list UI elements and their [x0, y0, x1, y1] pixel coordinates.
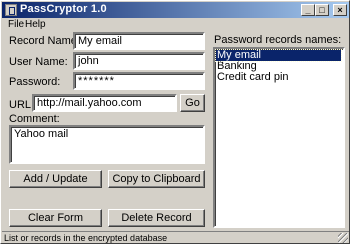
user-name-label: User Name:	[9, 56, 68, 68]
maximize-button[interactable]: □	[315, 4, 329, 16]
title-bar[interactable]: PassCryptor 1.0 _ □ ×	[2, 2, 349, 18]
clear-form-button[interactable]: Clear Form	[9, 209, 102, 227]
menu-bar: File Help	[2, 18, 349, 32]
record-name-label: Record Name:	[9, 35, 80, 47]
minimize-button[interactable]: _	[301, 4, 315, 16]
delete-record-button[interactable]: Delete Record	[108, 209, 205, 227]
menu-file[interactable]: File	[8, 18, 24, 32]
url-input[interactable]: http://mail.yahoo.com	[32, 94, 177, 112]
password-label: Password:	[9, 76, 61, 88]
window-title: PassCryptor 1.0	[20, 3, 107, 15]
records-list-label: Password records names:	[214, 34, 342, 46]
resize-grip-icon[interactable]	[338, 233, 348, 243]
user-name-input[interactable]: john	[73, 52, 205, 70]
copy-to-clipboard-button[interactable]: Copy to Clipboard	[108, 170, 205, 188]
go-button[interactable]: Go	[180, 94, 205, 112]
add-update-button[interactable]: Add / Update	[9, 170, 102, 188]
password-input[interactable]: *******	[73, 72, 205, 90]
status-text: List or records in the encrypted databas…	[4, 233, 168, 243]
url-label: URL:	[9, 99, 35, 111]
comment-textarea[interactable]: Yahoo mail	[9, 125, 205, 164]
lock-icon	[5, 4, 17, 16]
status-bar: List or records in the encrypted databas…	[2, 231, 349, 244]
comment-label: Comment:	[9, 113, 60, 125]
record-name-input[interactable]: My email	[73, 32, 205, 50]
list-item-credit-card-pin[interactable]: Credit card pin	[216, 72, 341, 83]
app-window: PassCryptor 1.0 _ □ × File Help Record N…	[0, 0, 350, 244]
menu-help[interactable]: Help	[25, 18, 46, 32]
close-button[interactable]: ×	[333, 4, 347, 16]
records-listbox[interactable]: My email Banking Credit card pin	[213, 47, 345, 228]
